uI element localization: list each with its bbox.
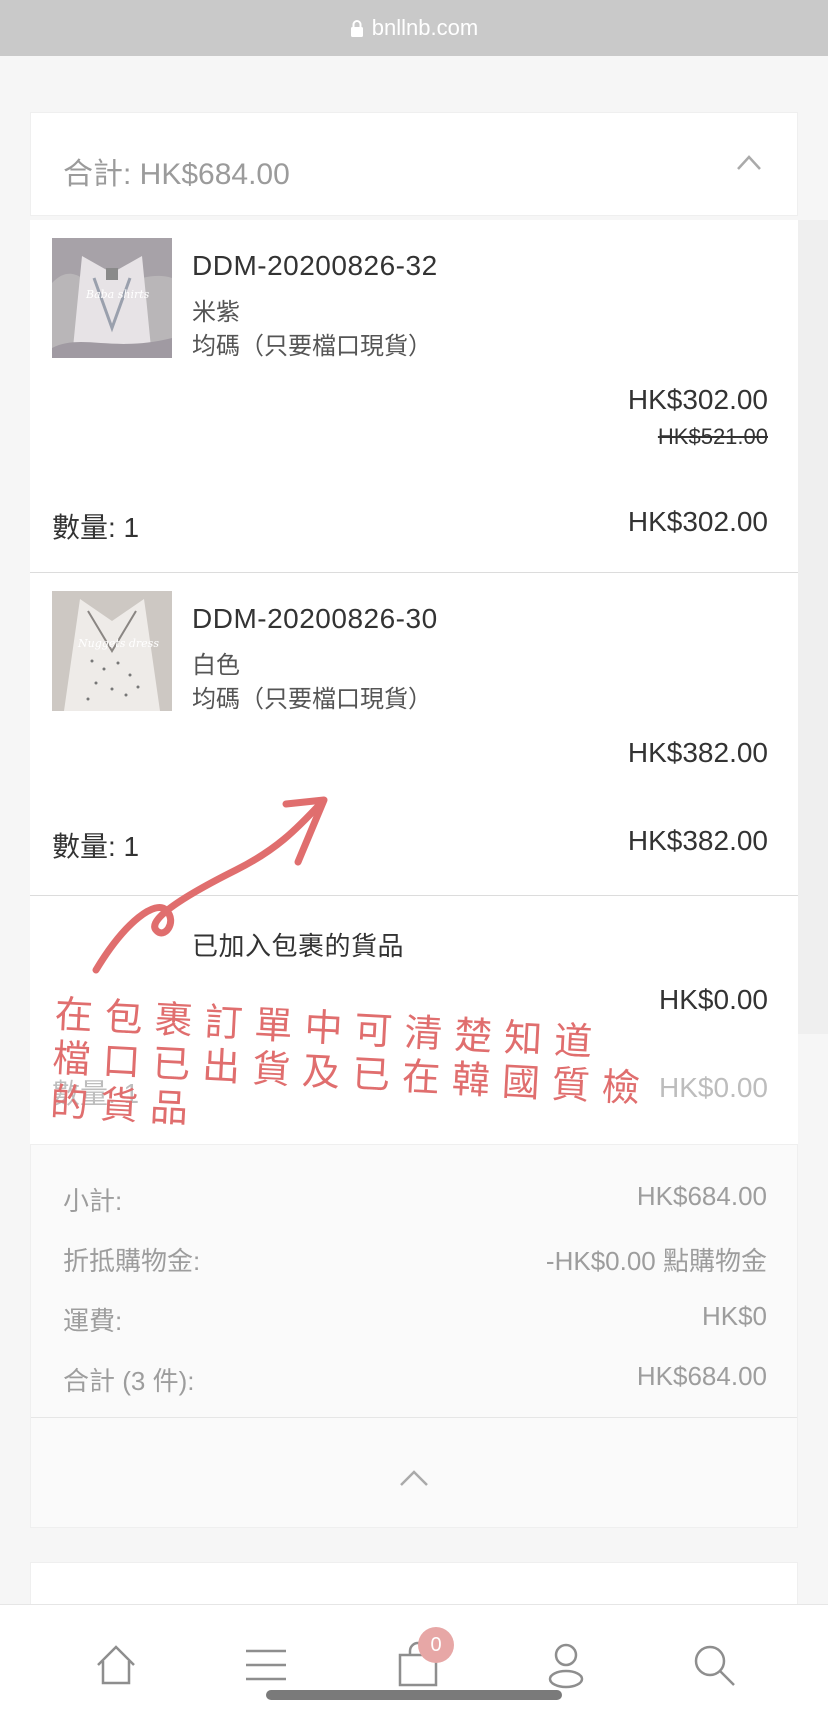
chevron-up-icon[interactable]: [735, 151, 763, 173]
total-row: 合計 (3 件): HK$684.00: [63, 1361, 767, 1398]
product-thumbnail[interactable]: Baba shirts: [52, 238, 172, 358]
bottom-navigation: 0: [0, 1604, 828, 1724]
product-sku[interactable]: DDM-20200826-30: [192, 603, 438, 635]
chevron-up-icon[interactable]: [399, 1467, 429, 1487]
product-price: HK$302.00: [627, 384, 768, 415]
cart-count-badge: 0: [418, 1627, 454, 1663]
shipping-value: HK$0: [701, 1301, 767, 1331]
total-label: 合計 (3 件):: [63, 1366, 195, 1396]
order-summary-header[interactable]: 合計: HK$684.00: [30, 112, 798, 216]
thumbnail-caption: Nuggets dress: [78, 637, 159, 650]
url-text: bnllnb.com: [371, 15, 479, 40]
home-indicator: [266, 1690, 562, 1700]
product-price: HK$382.00: [627, 737, 768, 768]
product-original-price: HK$521.00: [657, 424, 768, 449]
order-totals: 小計: HK$684.00 折抵購物金: -HK$0.00 點購物金 運費: H…: [30, 1144, 798, 1528]
line-total: HK$302.00: [627, 506, 768, 537]
product-size: 均碼（只要檔口現貨）: [192, 333, 432, 360]
product-color: 白色: [192, 652, 240, 679]
shipping-row: 運費: HK$0: [63, 1301, 767, 1338]
lock-icon: [350, 20, 363, 37]
product-quantity: 數量: 1: [52, 512, 140, 543]
product-thumbnail[interactable]: Nuggets dress: [52, 591, 172, 711]
browser-url-bar[interactable]: bnllnb.com: [0, 0, 828, 56]
line-total: HK$382.00: [627, 825, 768, 856]
cart-item: Baba shirts DDM-20200826-32 米紫 均碼（只要檔口現貨…: [30, 220, 798, 573]
menu-icon[interactable]: [242, 1641, 290, 1689]
package-line-total: HK$0.00: [659, 1072, 768, 1103]
scroll-edge: [798, 220, 828, 1034]
total-value: HK$684.00: [636, 1361, 767, 1391]
product-color: 米紫: [192, 299, 240, 326]
credit-label: 折抵購物金:: [63, 1246, 201, 1276]
credit-row: 折抵購物金: -HK$0.00 點購物金: [63, 1241, 767, 1278]
shipping-label: 運費:: [63, 1306, 123, 1336]
product-sku[interactable]: DDM-20200826-32: [192, 250, 438, 282]
subtotal-label: 小計:: [63, 1186, 123, 1216]
product-size: 均碼（只要檔口現貨）: [192, 686, 432, 713]
user-icon[interactable]: [542, 1641, 590, 1689]
divider: [31, 1417, 797, 1418]
package-price: HK$0.00: [659, 984, 768, 1015]
home-icon[interactable]: [92, 1641, 140, 1689]
subtotal-row: 小計: HK$684.00: [63, 1181, 767, 1218]
subtotal-value: HK$684.00: [636, 1181, 767, 1211]
search-icon[interactable]: [690, 1641, 738, 1689]
thumbnail-caption: Baba shirts: [86, 288, 150, 301]
credit-value: -HK$0.00 點購物金: [545, 1246, 767, 1276]
summary-total: 合計: HK$684.00: [63, 158, 290, 191]
annotation-arrow: [92, 796, 328, 974]
